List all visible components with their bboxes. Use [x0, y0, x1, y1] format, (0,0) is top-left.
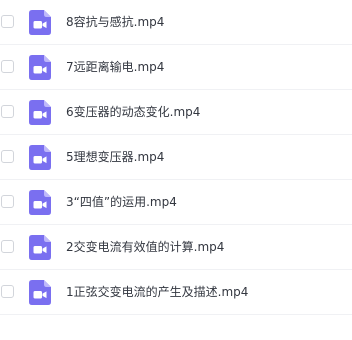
file-row[interactable]: 2交变电流有效值的计算.mp4	[0, 225, 352, 270]
file-name[interactable]: 6变压器的动态变化.mp4	[66, 102, 200, 122]
video-file-icon	[29, 10, 51, 35]
row-checkbox[interactable]	[1, 105, 14, 118]
row-checkbox[interactable]	[1, 15, 14, 28]
row-checkbox[interactable]	[1, 60, 14, 73]
row-checkbox[interactable]	[1, 150, 14, 163]
row-checkbox[interactable]	[1, 240, 14, 253]
file-row[interactable]: 3“四值”的运用.mp4	[0, 180, 352, 225]
file-row[interactable]: 1正弦交变电流的产生及描述.mp4	[0, 270, 352, 315]
video-file-icon	[29, 100, 51, 125]
file-list: 8容抗与感抗.mp4 7远距离输电.mp4 6变压器的动态变化.mp4 5理想变压器.…	[0, 0, 352, 340]
video-file-icon	[29, 190, 51, 215]
file-name[interactable]: 2交变电流有效值的计算.mp4	[66, 237, 224, 257]
file-name[interactable]: 7远距离输电.mp4	[66, 57, 164, 77]
file-name[interactable]: 3“四值”的运用.mp4	[66, 192, 177, 212]
video-file-icon	[29, 280, 51, 305]
video-file-icon	[29, 235, 51, 260]
row-checkbox[interactable]	[1, 195, 14, 208]
file-name[interactable]: 1正弦交变电流的产生及描述.mp4	[66, 282, 248, 302]
file-row[interactable]: 8容抗与感抗.mp4	[0, 0, 352, 45]
file-row[interactable]: 5理想变压器.mp4	[0, 135, 352, 180]
video-file-icon	[29, 55, 51, 80]
file-name[interactable]: 8容抗与感抗.mp4	[66, 12, 164, 32]
file-row[interactable]: 7远距离输电.mp4	[0, 45, 352, 90]
row-checkbox[interactable]	[1, 285, 14, 298]
file-name[interactable]: 5理想变压器.mp4	[66, 147, 164, 167]
file-row[interactable]: 6变压器的动态变化.mp4	[0, 90, 352, 135]
video-file-icon	[29, 145, 51, 170]
